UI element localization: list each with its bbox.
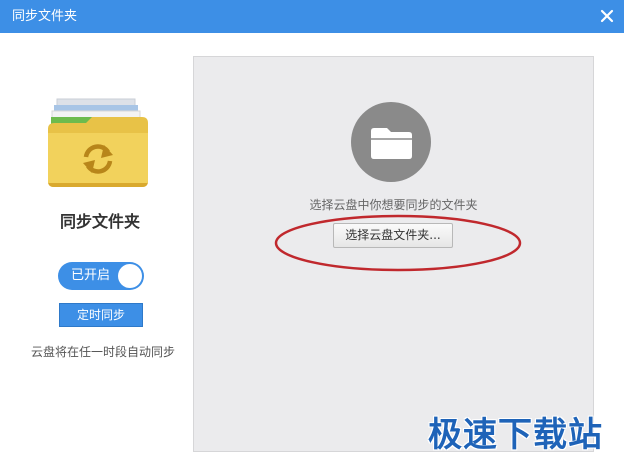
title-bar[interactable]: 同步文件夹 — [0, 0, 624, 33]
scheduled-sync-button[interactable]: 定时同步 — [59, 303, 143, 327]
sidebar: 同步文件夹 已开启 定时同步 云盘将在任一时段自动同步 — [0, 33, 182, 473]
toggle-label: 已开启 — [71, 268, 111, 283]
select-cloud-folder-button[interactable]: 选择云盘文件夹... — [333, 223, 453, 248]
window-title: 同步文件夹 — [12, 9, 78, 24]
close-icon — [600, 9, 614, 23]
folder-icon — [371, 128, 412, 159]
auto-sync-note: 云盘将在任一时段自动同步 — [30, 345, 175, 359]
folder-placeholder — [351, 102, 431, 182]
sync-folder-dialog: 同步文件夹 同步文件夹 已开启 定时同步 云盘将在任一时段自动同步 选择云盘中你… — [0, 0, 624, 473]
watermark-text: 极速下载站 — [428, 415, 603, 455]
close-button[interactable] — [596, 5, 618, 27]
toggle-knob[interactable] — [118, 264, 142, 288]
sync-toggle[interactable]: 已开启 — [58, 262, 144, 290]
sync-folder-heading: 同步文件夹 — [59, 212, 140, 231]
sync-folder-icon — [48, 98, 148, 187]
select-folder-prompt: 选择云盘中你想要同步的文件夹 — [309, 198, 478, 212]
folder-select-panel: 选择云盘中你想要同步的文件夹 选择云盘文件夹... — [193, 56, 594, 452]
